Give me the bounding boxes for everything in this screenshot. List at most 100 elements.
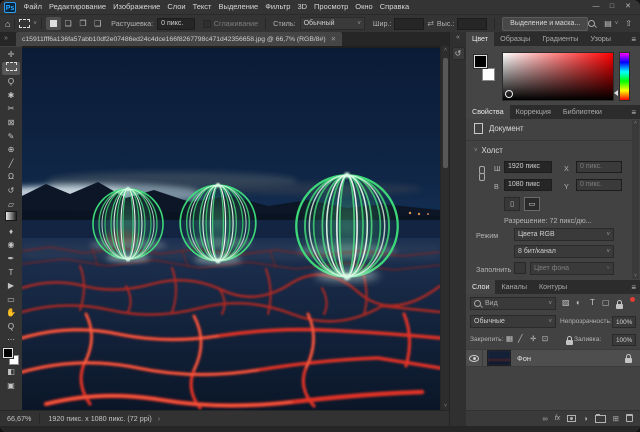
blur-tool[interactable]: ♦ [2, 225, 20, 239]
search-icon[interactable] [588, 20, 595, 27]
crop-tool[interactable]: ✂ [2, 102, 20, 116]
foreground-color-swatch[interactable] [3, 348, 13, 358]
rectangular-marquee-tool[interactable] [2, 62, 20, 76]
portrait-orientation-button[interactable]: ▯ [504, 197, 520, 211]
rectangle-tool[interactable]: ▭ [2, 293, 20, 307]
edit-toolbar-icon[interactable]: ⋯ [2, 333, 20, 347]
tool-preset-chip[interactable]: ˅ [19, 19, 37, 28]
color-mode-select[interactable]: Цвета RGB ˅ [514, 228, 614, 241]
type-tool[interactable]: T [2, 266, 20, 280]
lock-transparency-icon[interactable]: ▦ [506, 334, 513, 343]
style-select[interactable]: Обычный ˅ [300, 17, 365, 30]
filter-smart-objects-icon[interactable] [616, 304, 623, 309]
panel-menu-icon[interactable]: ≡ [631, 35, 636, 44]
add-mask-icon[interactable] [567, 415, 576, 422]
lock-pixels-icon[interactable]: ╱ [518, 334, 523, 343]
layer-name[interactable]: Фон [517, 354, 531, 363]
tab-properties[interactable]: Свойства [466, 105, 510, 119]
menu-select[interactable]: Выделение [215, 0, 262, 14]
color-swatches[interactable] [2, 347, 20, 365]
x-position-input[interactable]: 0 пикс. [576, 161, 622, 173]
menu-edit[interactable]: Редактирование [45, 0, 109, 14]
landscape-orientation-button[interactable]: ▭ [524, 197, 540, 211]
color-field[interactable] [502, 52, 614, 101]
scroll-down-icon[interactable]: ˅ [634, 273, 637, 279]
menu-layers[interactable]: Слои [164, 0, 189, 14]
quick-selection-tool[interactable]: ✱ [2, 89, 20, 103]
share-icon[interactable]: ⇧ [625, 19, 632, 28]
menu-window[interactable]: Окно [352, 0, 376, 14]
color-cursor[interactable] [505, 90, 513, 98]
zoom-tool[interactable]: Q [2, 320, 20, 334]
width-input[interactable] [394, 18, 424, 30]
menu-3d[interactable]: 3D [294, 0, 311, 14]
blend-mode-select[interactable]: Обычные ˅ [470, 315, 556, 328]
filter-type-layers-icon[interactable]: T [590, 298, 595, 307]
path-selection-tool[interactable]: ▶ [2, 279, 20, 293]
tab-gradients[interactable]: Градиенты [536, 32, 584, 46]
canvas-vertical-scrollbar[interactable]: ˄ ˅ [440, 46, 449, 410]
layer-effects-icon[interactable]: fx [555, 415, 560, 422]
subtract-selection-mode-button[interactable]: ❐ [76, 17, 91, 30]
lock-position-icon[interactable]: ✛ [530, 334, 536, 343]
scrollbar-thumb[interactable] [443, 58, 448, 168]
history-brush-tool[interactable]: ↺ [2, 184, 20, 198]
hand-tool[interactable]: ✋ [2, 306, 20, 320]
new-selection-mode-button[interactable] [46, 17, 61, 30]
opacity-input[interactable]: 100% [612, 316, 636, 328]
bit-depth-select[interactable]: 8 бит/канал ˅ [514, 245, 614, 258]
layer-locked-icon[interactable] [625, 358, 632, 363]
chevron-down-icon[interactable]: ˅ [474, 148, 478, 154]
tab-swatches[interactable]: Образцы [494, 32, 536, 46]
smoothing-checkbox[interactable] [203, 20, 211, 28]
menu-help[interactable]: Справка [376, 0, 412, 14]
fill-checkbox[interactable] [514, 262, 526, 274]
tab-layers[interactable]: Слои [466, 280, 495, 294]
menu-image[interactable]: Изображение [110, 0, 164, 14]
expand-panels-icon[interactable]: « [450, 32, 466, 44]
eyedropper-tool[interactable]: ✎ [2, 130, 20, 144]
frame-tool[interactable]: ⊠ [2, 116, 20, 130]
tab-libraries[interactable]: Библиотеки [557, 105, 608, 119]
lock-artboard-icon[interactable]: ⊡ [542, 334, 548, 343]
tab-close-icon[interactable]: ✕ [331, 35, 336, 43]
status-options-icon[interactable]: › [158, 414, 160, 423]
filter-toggle-icon[interactable] [630, 297, 635, 302]
quick-mask-button[interactable]: ◧ [2, 365, 20, 379]
gradient-tool[interactable] [2, 211, 20, 225]
filter-pixel-layers-icon[interactable]: ▨ [562, 298, 570, 307]
layer-thumbnail[interactable] [487, 350, 511, 366]
tab-adjustments[interactable]: Коррекция [510, 105, 557, 119]
lock-all-icon[interactable] [566, 340, 573, 345]
menu-file[interactable]: Файл [20, 0, 45, 14]
close-button[interactable]: ✕ [620, 0, 636, 14]
minimize-button[interactable]: — [588, 0, 604, 14]
properties-scrollbar[interactable]: ˄ ˅ [632, 120, 639, 279]
filter-shape-layers-icon[interactable]: ▢ [602, 298, 610, 307]
canvas-area[interactable] [22, 46, 440, 410]
menu-filter[interactable]: Фильтр [262, 0, 294, 14]
layer-visibility-toggle[interactable] [466, 350, 483, 366]
select-and-mask-button[interactable]: Выделение и маска... [502, 17, 588, 31]
clone-stamp-tool[interactable]: Ω [2, 170, 20, 184]
panel-menu-icon[interactable]: ≡ [631, 108, 636, 117]
height-input[interactable] [457, 18, 487, 30]
filter-adjustment-layers-icon[interactable]: ◐ [576, 298, 581, 307]
link-layers-icon[interactable]: ∞ [542, 414, 547, 423]
maximize-button[interactable]: □ [604, 0, 620, 14]
delete-layer-icon[interactable] [626, 414, 633, 422]
y-position-input[interactable]: 0 пикс. [576, 179, 622, 191]
workspace-icon[interactable]: ▤ [604, 19, 612, 28]
canvas-image[interactable] [22, 48, 440, 410]
pen-tool[interactable]: ✒ [2, 252, 20, 266]
link-dimensions-icon[interactable] [478, 166, 485, 181]
tab-paths[interactable]: Контуры [533, 280, 573, 294]
canvas-width-input[interactable]: 1920 пикс [504, 161, 552, 173]
menu-view[interactable]: Просмотр [311, 0, 352, 14]
background-color-swatch[interactable] [482, 68, 495, 81]
tab-channels[interactable]: Каналы [495, 280, 533, 294]
foreground-color-swatch[interactable] [474, 55, 487, 68]
eraser-tool[interactable]: ▱ [2, 198, 20, 212]
document-tab[interactable]: c15911fff6a136fa57abb10df2e07486ed24c4dc… [16, 32, 342, 46]
layer-fill-input[interactable]: 100% [612, 334, 636, 346]
